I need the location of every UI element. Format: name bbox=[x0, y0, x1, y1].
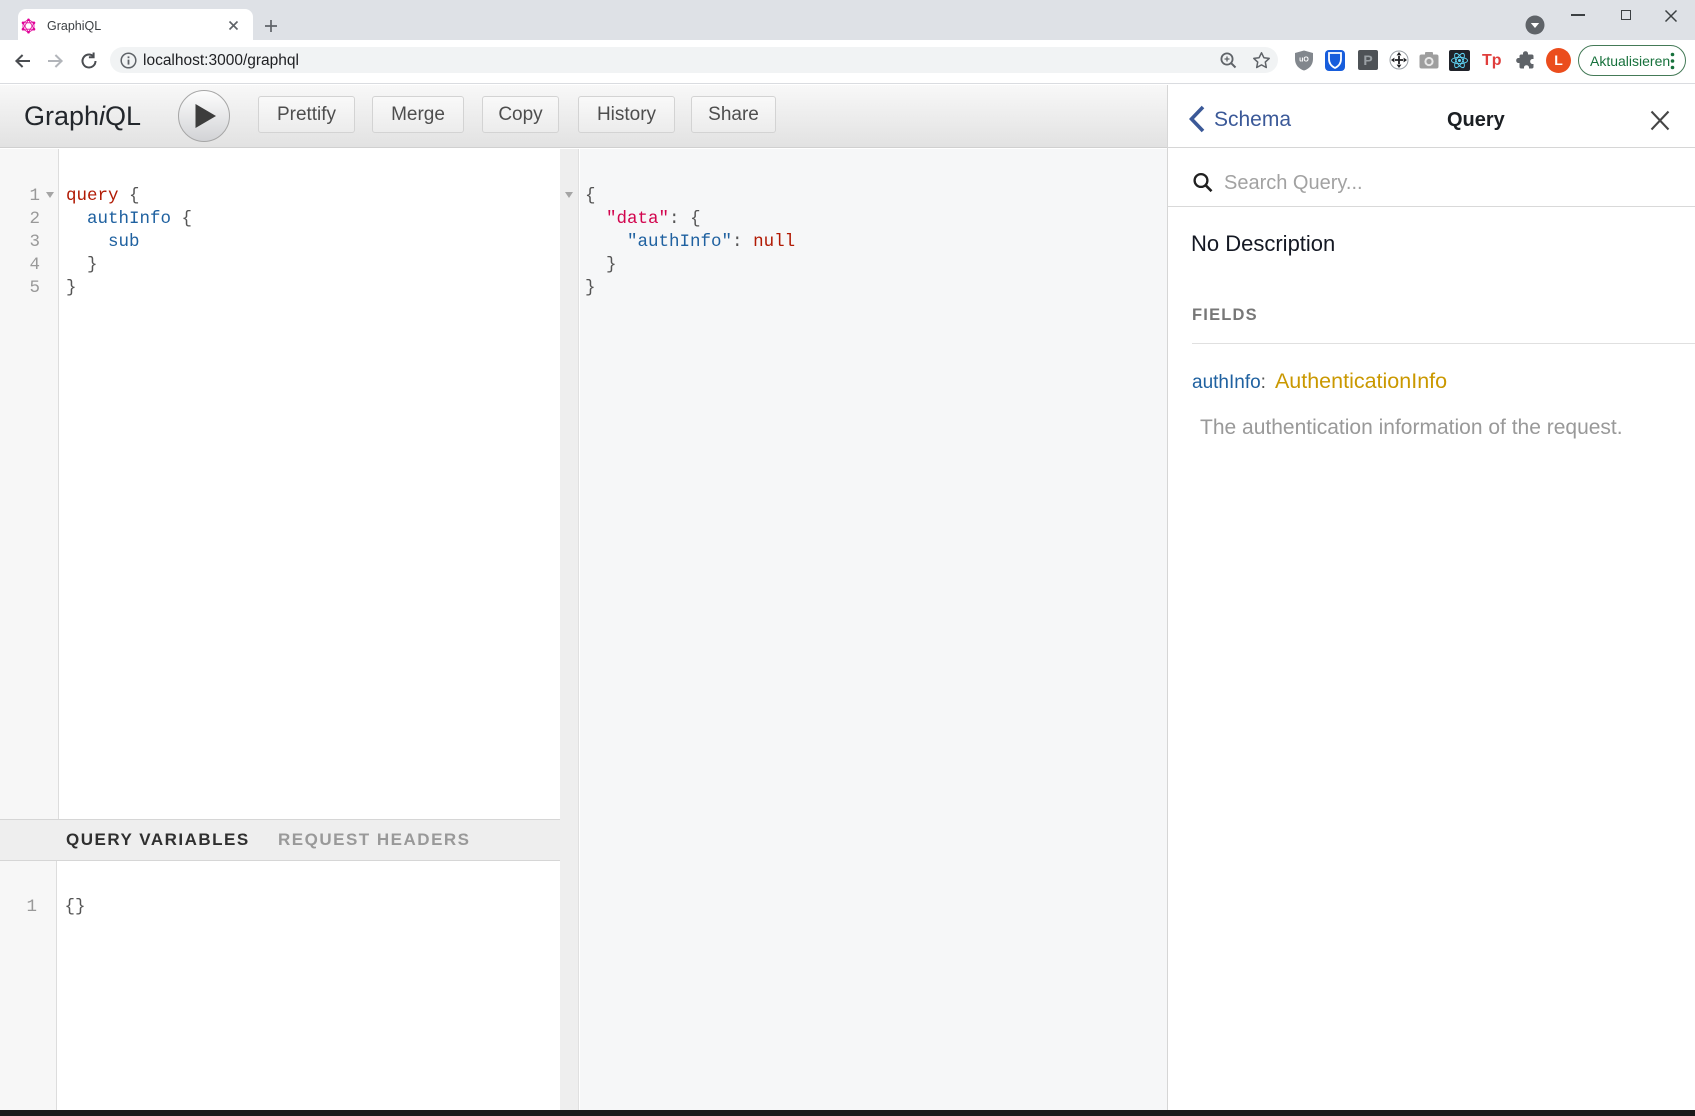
svg-text:uO: uO bbox=[1299, 57, 1309, 64]
svg-text:P: P bbox=[1363, 52, 1372, 68]
